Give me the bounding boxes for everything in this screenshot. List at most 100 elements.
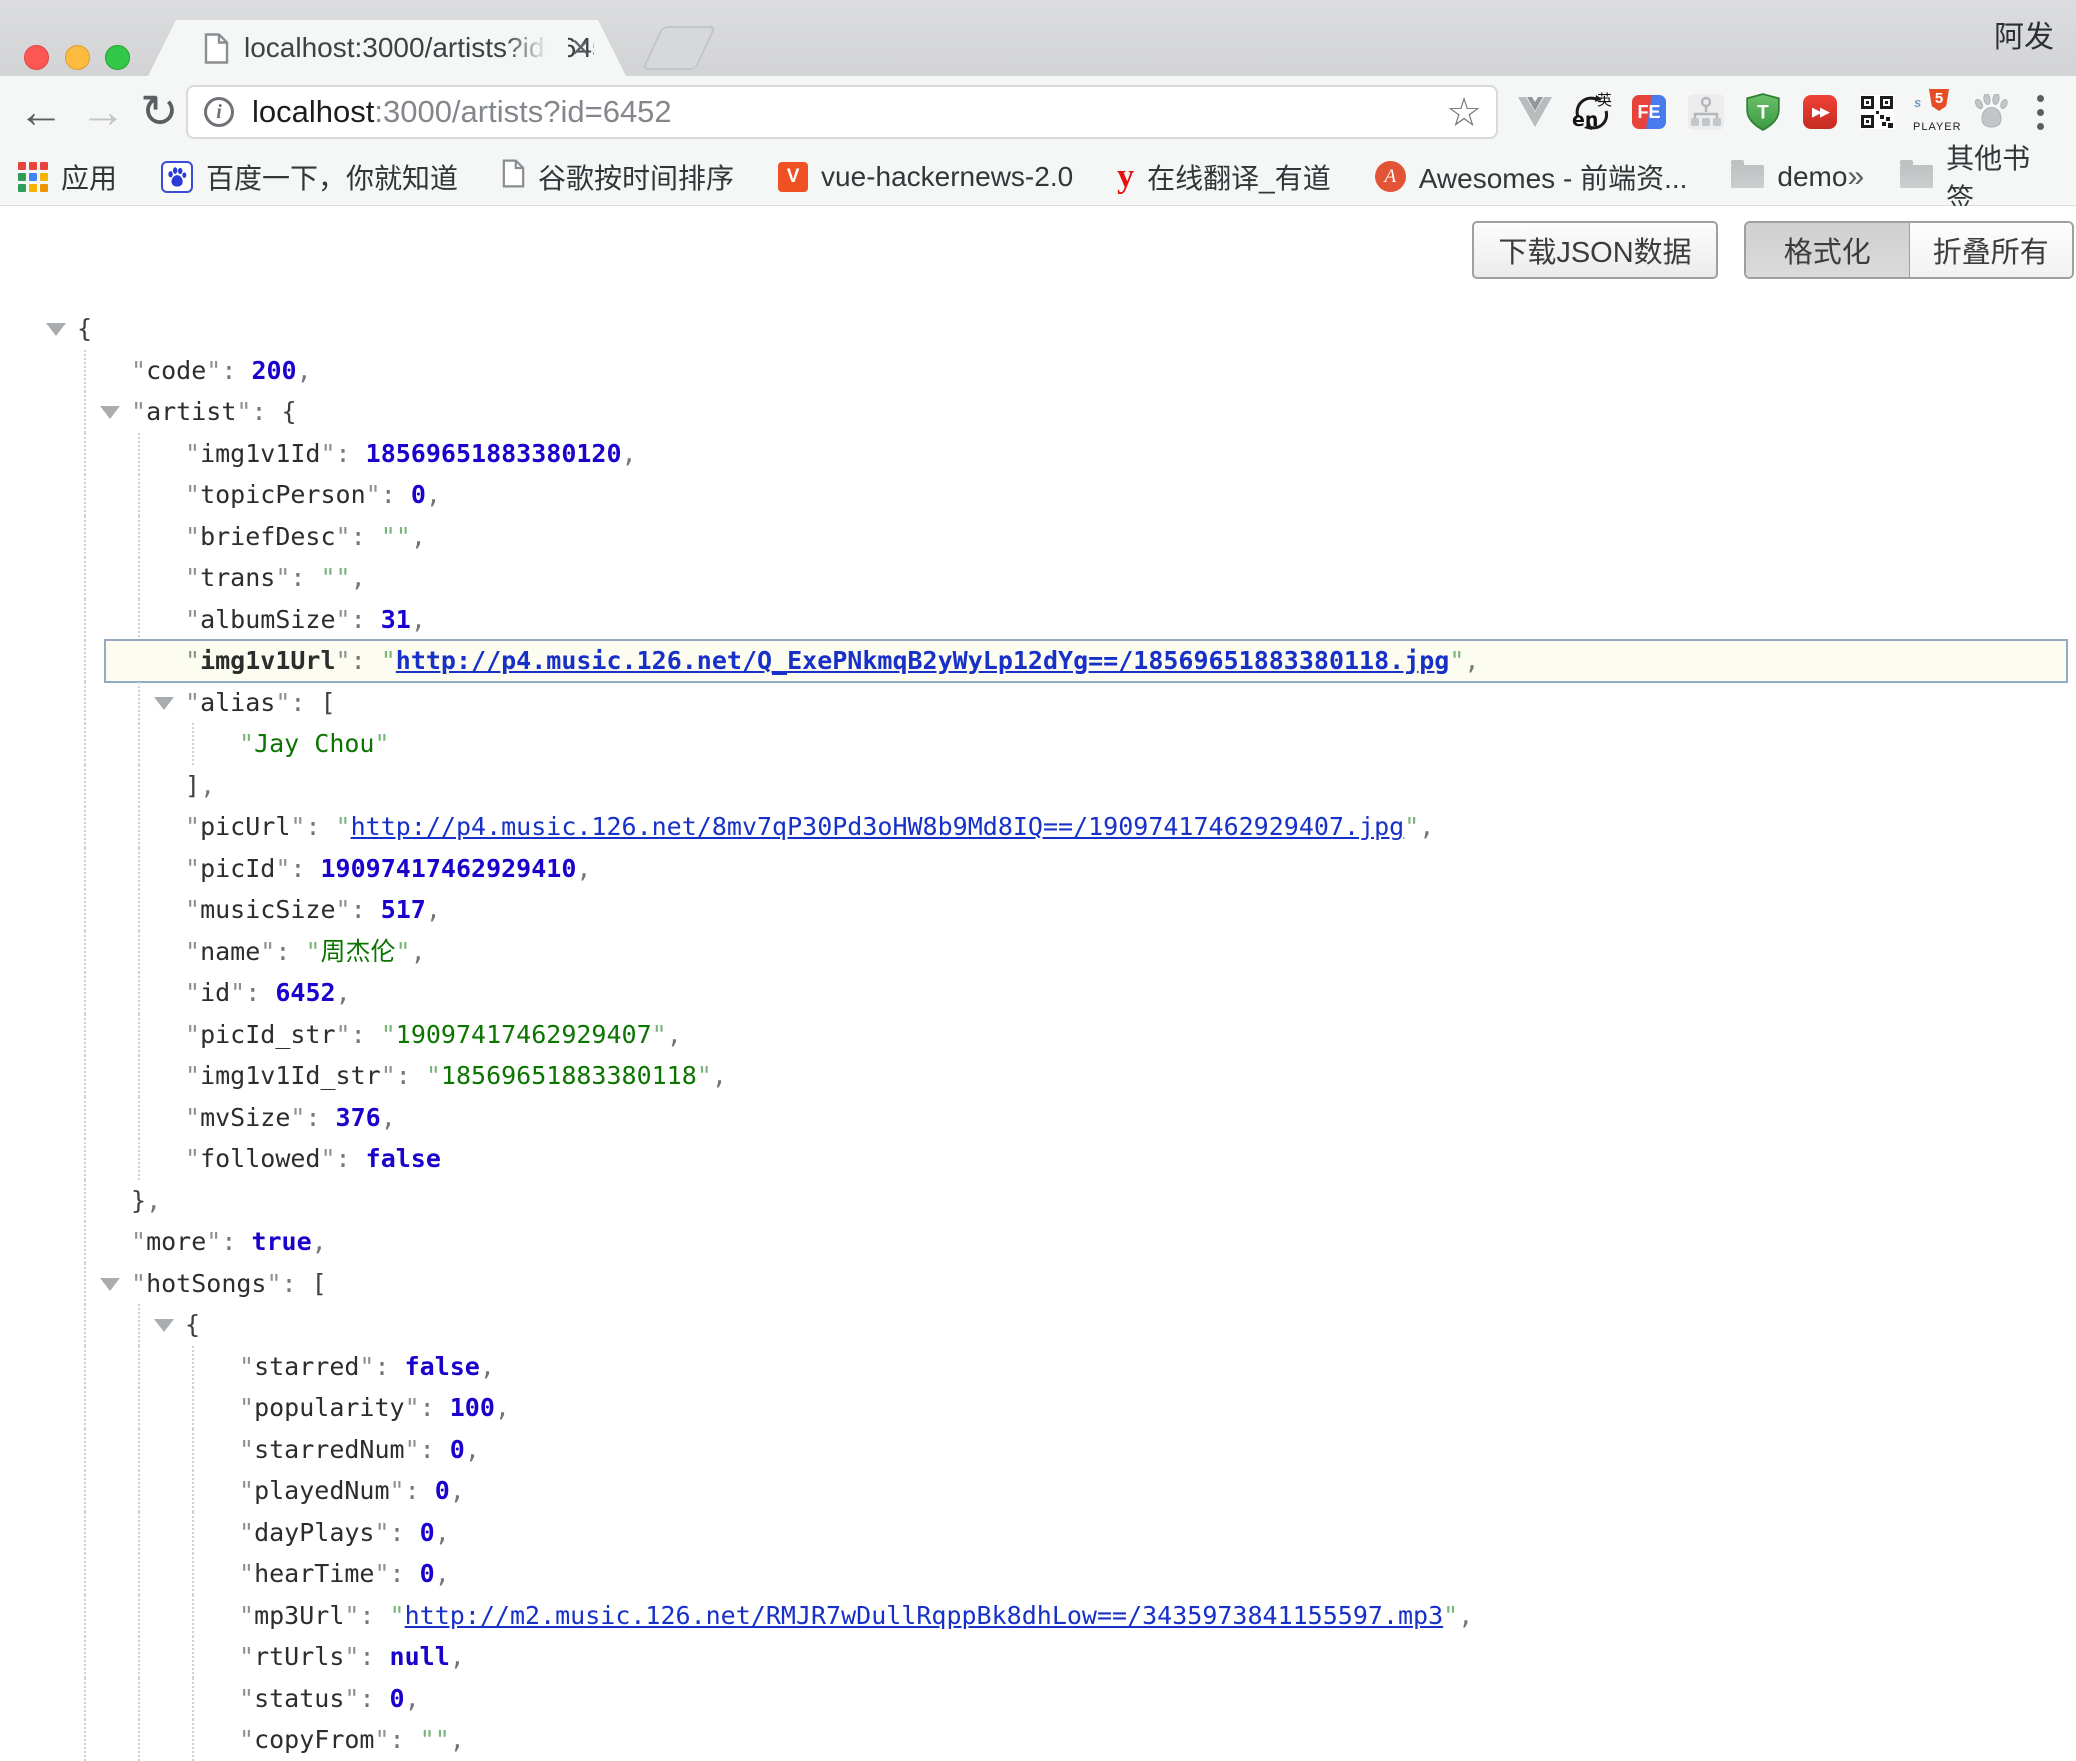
json-line-content: "dayPlays": 0,: [0, 1512, 2076, 1554]
json-token-n: 0: [450, 1435, 465, 1464]
json-url-link[interactable]: http://m2.music.126.net/RMJR7wDullRqppBk…: [405, 1601, 1444, 1630]
json-line-content: {: [0, 1304, 2076, 1346]
json-token-k: briefDesc: [200, 522, 335, 551]
json-token-c: ,: [435, 1559, 450, 1588]
json-token-q: ": [336, 895, 351, 924]
json-token-c: :: [359, 1601, 389, 1630]
json-token-k: name: [200, 937, 260, 966]
json-token-q: ": [405, 1393, 420, 1422]
json-token-q: ": [390, 1476, 405, 1505]
json-line-content: "followed": false: [0, 1138, 2076, 1180]
json-token-c: ,: [450, 1725, 465, 1754]
json-token-c: ,: [381, 1103, 396, 1132]
json-line-content: "albumSize": 31,: [0, 599, 2076, 641]
json-line: "artist": {: [0, 391, 2076, 433]
json-token-c: :: [290, 688, 320, 717]
json-line-content: },: [0, 1180, 2076, 1222]
json-token-k: picId: [200, 854, 275, 883]
json-line: "more": true,: [0, 1221, 2076, 1263]
json-token-q: ": [206, 1227, 221, 1256]
json-token-q: ": [185, 1061, 200, 1090]
json-line-content: "picUrl": "http://p4.music.126.net/8mv7q…: [0, 806, 2076, 848]
json-token-k: followed: [200, 1144, 320, 1173]
json-token-c: ,: [1458, 1601, 1473, 1630]
json-line: "rtUrls": null,: [0, 1636, 2076, 1678]
json-line: "hotSongs": [: [0, 1263, 2076, 1305]
json-token-c: ,: [411, 937, 426, 966]
json-token-p: [: [321, 688, 336, 717]
json-token-q: ": [275, 688, 290, 717]
json-token-n: 517: [381, 895, 426, 924]
json-token-s: 18569651883380118: [441, 1061, 697, 1090]
json-token-c: :: [336, 439, 366, 468]
json-line-content: "artist": {: [0, 391, 2076, 433]
json-token-q: ": [239, 1352, 254, 1381]
json-token-n: 200: [251, 356, 296, 385]
json-token-k: alias: [200, 688, 275, 717]
json-token-q: ": [239, 1684, 254, 1713]
json-token-sq: ": [426, 1061, 441, 1090]
json-token-q: ": [239, 1642, 254, 1671]
json-token-k: artist: [146, 397, 236, 426]
json-token-k: popularity: [254, 1393, 405, 1422]
json-line-content: "copyFrom": "",: [0, 1719, 2076, 1761]
json-token-q: ": [239, 1393, 254, 1422]
json-line: "alias": [: [0, 682, 2076, 724]
json-token-sq: ": [1404, 812, 1419, 841]
json-line-content: "playedNum": 0,: [0, 1470, 2076, 1512]
json-token-q: ": [275, 563, 290, 592]
json-token-k: status: [254, 1684, 344, 1713]
json-line: "id": 6452,: [0, 972, 2076, 1014]
json-token-q: ": [381, 1061, 396, 1090]
json-token-n: false: [405, 1352, 480, 1381]
json-line: {: [0, 308, 2076, 350]
json-line: "img1v1Url": "http://p4.music.126.net/Q_…: [0, 640, 2076, 682]
json-token-k: hearTime: [254, 1559, 374, 1588]
json-token-q: ": [206, 356, 221, 385]
json-token-c: ,: [351, 563, 366, 592]
json-line: "popularity": 100,: [0, 1387, 2076, 1429]
json-token-k: hotSongs: [146, 1269, 266, 1298]
json-token-c: ,: [336, 978, 351, 1007]
json-line: "followed": false: [0, 1138, 2076, 1180]
json-token-q: ": [374, 1559, 389, 1588]
json-token-q: ": [239, 1725, 254, 1754]
json-token-sq: ": [1449, 646, 1464, 675]
json-token-c: ,: [450, 1476, 465, 1505]
json-token-p: [: [312, 1269, 327, 1298]
json-token-n: 31: [381, 605, 411, 634]
json-url-link[interactable]: http://p4.music.126.net/Q_ExePNkmqB2yWyL…: [396, 646, 1450, 675]
json-token-q: ": [185, 646, 200, 675]
json-token-p: }: [131, 1186, 146, 1215]
json-token-n: 18569651883380120: [366, 439, 622, 468]
json-line-content: "more": true,: [0, 1221, 2076, 1263]
json-line: "starred": false,: [0, 1346, 2076, 1388]
json-line-content: "img1v1Url": "http://p4.music.126.net/Q_…: [0, 640, 2076, 682]
json-token-c: ,: [480, 1352, 495, 1381]
json-line: "Jay Chou": [0, 723, 2076, 765]
json-token-q: ": [336, 646, 351, 675]
json-token-c: ,: [312, 1227, 327, 1256]
json-token-q: ": [131, 1227, 146, 1256]
json-line: "picId": 19097417462929410,: [0, 848, 2076, 890]
json-token-n: true: [251, 1227, 311, 1256]
json-token-q: ": [359, 1352, 374, 1381]
json-token-c: :: [251, 397, 281, 426]
json-token-sq: "": [420, 1725, 450, 1754]
json-url-link[interactable]: http://p4.music.126.net/8mv7qP30Pd3oHW8b…: [351, 812, 1405, 841]
json-token-n: 376: [336, 1103, 381, 1132]
json-token-k: albumSize: [200, 605, 335, 634]
json-token-c: ,: [465, 1435, 480, 1464]
json-token-c: :: [221, 356, 251, 385]
json-line-content: "starredNum": 0,: [0, 1429, 2076, 1471]
json-token-p: {: [77, 314, 92, 343]
json-line-content: "mvSize": 376,: [0, 1097, 2076, 1139]
json-line: "picId_str": "19097417462929407",: [0, 1014, 2076, 1056]
json-token-q: ": [344, 1642, 359, 1671]
json-line: "musicSize": 517,: [0, 889, 2076, 931]
json-token-q: ": [239, 1601, 254, 1630]
json-token-sq: ": [381, 646, 396, 675]
json-line-content: "img1v1Id": 18569651883380120,: [0, 433, 2076, 475]
json-token-c: :: [305, 1103, 335, 1132]
json-token-q: ": [290, 812, 305, 841]
